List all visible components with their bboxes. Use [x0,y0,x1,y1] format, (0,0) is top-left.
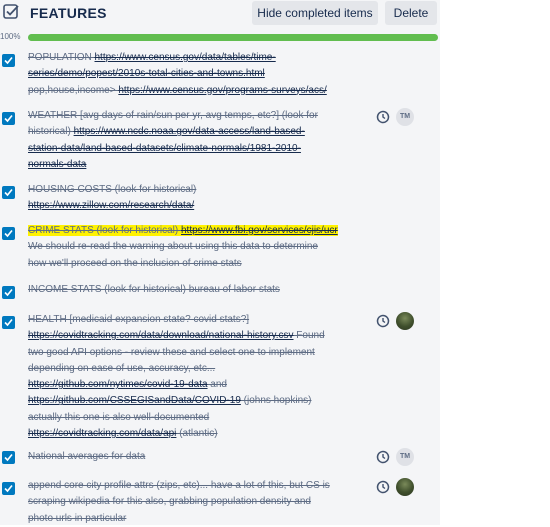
item-link[interactable]: normals-data [28,159,86,170]
item-text: pop,house,income> [28,84,119,96]
item-link[interactable]: https://www.census.gov/data/tables/time- [95,52,276,63]
hide-completed-button[interactable]: Hide completed items [252,1,378,25]
item-text: how we'll proceed on the inclusion of cr… [28,257,242,269]
member-avatar-photo[interactable] [396,478,414,496]
checkmark-icon [4,453,13,462]
item-text: INCOME STATS (look for historical) burea… [28,284,280,295]
item-text: actually this one is also well-documente… [28,411,210,423]
item-text: Found [293,330,325,342]
checklist-icon [3,4,19,19]
checkbox-checked[interactable] [2,227,15,240]
item-text: We should re-read the warning about usin… [28,241,318,253]
checkmark-icon [4,288,13,297]
checkmark-icon [4,188,13,197]
progress-percent: 100% [0,32,21,41]
item-text: (atlantic) [176,428,218,440]
checkbox-checked[interactable] [2,112,15,125]
member-avatar-photo[interactable] [396,312,414,330]
item-text: (johns hopkins) [240,395,312,407]
progress-bar [28,34,438,41]
member-avatar[interactable]: TM [396,108,414,126]
item-link[interactable]: https://covidtracking.com/data/download/… [28,330,294,341]
checklist-panel: FEATURES Hide completed items Delete 100… [0,0,440,525]
item-link[interactable]: https://www.ncdc.noaa.gov/data-access/la… [74,126,305,137]
checklist-header: FEATURES Hide completed items Delete [0,0,440,28]
clock-icon[interactable] [376,450,390,464]
item-link[interactable]: series/demo/popest/2010s-total-cities-an… [28,68,265,79]
checkbox-checked[interactable] [2,54,15,67]
item-text: POPULATION [28,52,95,63]
member-avatar[interactable]: TM [396,448,414,466]
item-text: WEATHER [avg days of rain/sun per yr, av… [28,110,318,121]
progress-fill [28,34,438,41]
checkmark-icon [4,114,13,123]
item-link[interactable]: https://covidtracking.com/data/api [28,428,176,439]
item-text: two good API options - review these and … [28,346,315,358]
item-text: historical) [28,126,74,138]
checkmark-icon [4,484,13,493]
item-text: CRIME STATS (look for historical) [28,225,181,236]
checklist-title: FEATURES [30,5,107,21]
item-text: scraping wikipedia for this also, grabbi… [28,496,311,508]
delete-button[interactable]: Delete [385,1,437,25]
checkbox-checked[interactable] [2,482,15,495]
item-text: depending on ease of use, accuracy, etc.… [28,362,216,374]
item-link[interactable]: https://www.fbi.gov/services/cjis/ucr [181,225,338,236]
clock-icon[interactable] [376,314,390,328]
highlighted-text: CRIME STATS (look for historical) https:… [28,225,338,236]
checkbox-checked[interactable] [2,186,15,199]
clock-icon[interactable] [376,480,390,494]
item-link[interactable]: https://github.com/CSSEGISandData/COVID-… [28,395,241,406]
item-text: HOUSING COSTS (look for historical) [28,184,197,195]
item-link[interactable]: https://www.zillow.com/research/data/ [28,200,194,211]
item-link[interactable]: https://github.com/nytimes/covid-19-data [28,379,208,390]
clock-icon[interactable] [376,110,390,124]
item-text: HEALTH [medicaid expansion state? covid … [28,314,250,325]
item-text: photo urls in particular [28,512,127,524]
item-text: append core city profile attrs (zips, et… [28,480,330,491]
item-link[interactable]: https://www.census.gov/programs-surveys/… [118,85,326,96]
item-link[interactable]: station-data/land-based-datasets/climate… [28,143,301,154]
item-text: National averages for data [28,451,146,462]
checkbox-checked[interactable] [2,451,15,464]
checkbox-checked[interactable] [2,316,15,329]
checkbox-checked[interactable] [2,286,15,299]
item-text: and [207,379,227,391]
checkmark-icon [4,56,13,65]
checkmark-icon [4,229,13,238]
checkmark-icon [4,318,13,327]
